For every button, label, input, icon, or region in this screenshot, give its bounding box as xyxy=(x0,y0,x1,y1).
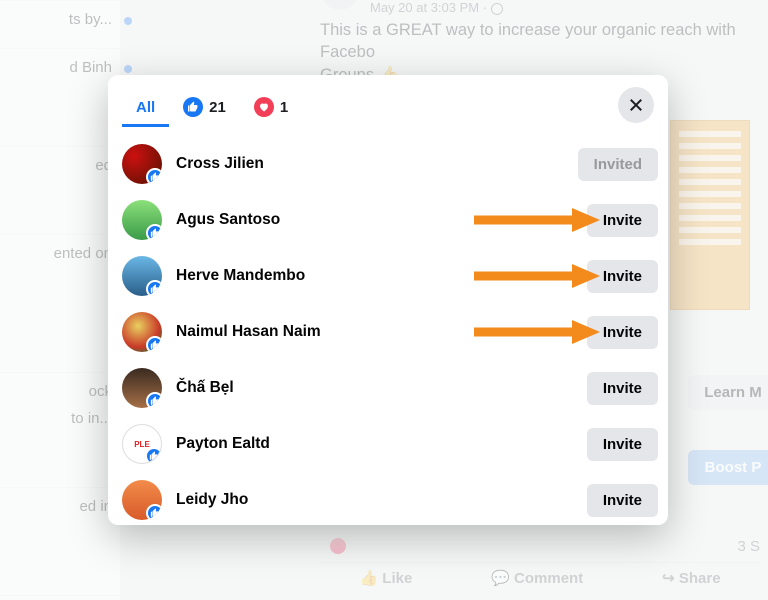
person-name[interactable]: Naimul Hasan Naim xyxy=(176,323,587,341)
person-row: PLE Payton EaltdInvite xyxy=(122,416,658,472)
reactions-dialog: All 21 1 Cross JilienInvitedAgus Santoso… xyxy=(108,75,668,525)
reaction-badge-like-icon xyxy=(146,336,162,352)
avatar[interactable]: PLE xyxy=(122,424,162,464)
close-icon xyxy=(627,96,645,114)
reaction-badge-like-icon xyxy=(146,504,162,520)
avatar[interactable] xyxy=(122,200,162,240)
avatar[interactable] xyxy=(122,480,162,520)
avatar[interactable] xyxy=(122,256,162,296)
invite-button[interactable]: Invite xyxy=(587,484,658,517)
invite-button[interactable]: Invite xyxy=(587,428,658,461)
tab-like[interactable]: 21 xyxy=(169,89,240,128)
invite-button[interactable]: Invite xyxy=(587,204,658,237)
like-icon xyxy=(183,97,203,117)
love-icon xyxy=(254,97,274,117)
person-name[interactable]: Herve Mandembo xyxy=(176,267,587,285)
person-row: Agus SantosoInvite xyxy=(122,192,658,248)
person-name[interactable]: Agus Santoso xyxy=(176,211,587,229)
tab-love-count: 1 xyxy=(280,99,288,116)
person-row: Cross JilienInvited xyxy=(122,136,658,192)
person-name[interactable]: Leidy Jho xyxy=(176,491,587,509)
reaction-badge-like-icon xyxy=(146,168,162,184)
avatar[interactable] xyxy=(122,312,162,352)
person-name[interactable]: Čhấ Bẹl xyxy=(176,379,587,397)
reaction-badge-like-icon xyxy=(146,392,162,408)
avatar[interactable] xyxy=(122,368,162,408)
invite-button[interactable]: Invite xyxy=(587,260,658,293)
reaction-badge-like-icon xyxy=(145,447,162,464)
invited-button: Invited xyxy=(578,148,658,181)
reaction-tabs: All 21 1 xyxy=(108,75,668,130)
people-list: Cross JilienInvitedAgus SantosoInviteHer… xyxy=(108,130,668,525)
close-button[interactable] xyxy=(618,87,654,123)
tab-all-label: All xyxy=(136,99,155,116)
person-row: Herve MandemboInvite xyxy=(122,248,658,304)
avatar[interactable] xyxy=(122,144,162,184)
person-name[interactable]: Payton Ealtd xyxy=(176,435,587,453)
tab-love[interactable]: 1 xyxy=(240,89,302,128)
person-row: Naimul Hasan NaimInvite xyxy=(122,304,658,360)
tab-all[interactable]: All xyxy=(122,91,169,127)
invite-button[interactable]: Invite xyxy=(587,372,658,405)
tab-like-count: 21 xyxy=(209,99,226,116)
person-row: Leidy JhoInvite xyxy=(122,472,658,525)
person-name[interactable]: Cross Jilien xyxy=(176,155,578,173)
invite-button[interactable]: Invite xyxy=(587,316,658,349)
person-row: Čhấ BẹlInvite xyxy=(122,360,658,416)
reaction-badge-like-icon xyxy=(146,224,162,240)
reaction-badge-like-icon xyxy=(146,280,162,296)
